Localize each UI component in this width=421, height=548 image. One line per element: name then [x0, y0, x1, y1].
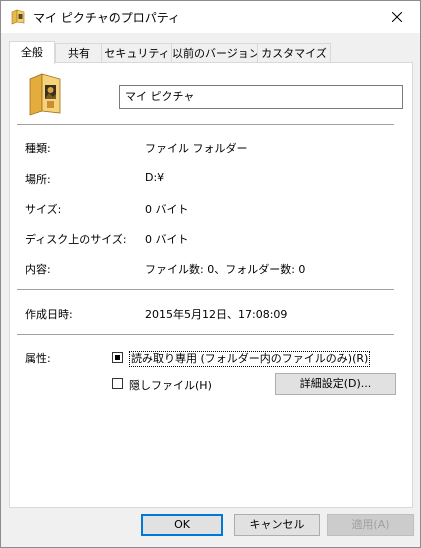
- window-title: マイ ピクチャのプロパティ: [33, 11, 180, 25]
- type-value: ファイル フォルダー: [145, 142, 248, 155]
- tab-previous-versions[interactable]: 以前のバージョン: [171, 43, 260, 63]
- close-button[interactable]: [374, 1, 420, 33]
- size-value: 0 バイト: [145, 203, 189, 216]
- properties-window: マイ ピクチャのプロパティ 全般 共有 セキュリティ 以前のバージョン カスタマ…: [0, 0, 421, 548]
- advanced-button[interactable]: 詳細設定(D)...: [275, 373, 396, 395]
- divider: [17, 289, 394, 290]
- hidden-checkbox[interactable]: [112, 378, 123, 389]
- folder-large-icon: [27, 71, 63, 117]
- size-on-disk-label: ディスク上のサイズ:: [25, 233, 127, 246]
- size-label: サイズ:: [25, 203, 62, 216]
- title-bar: マイ ピクチャのプロパティ: [1, 1, 420, 33]
- size-on-disk-value: 0 バイト: [145, 233, 189, 246]
- readonly-checkbox[interactable]: [112, 352, 123, 363]
- divider: [17, 124, 394, 125]
- hidden-checkbox-label[interactable]: 隠しファイル(H): [129, 377, 212, 393]
- cancel-button[interactable]: キャンセル: [234, 514, 320, 536]
- location-value: D:¥: [145, 171, 165, 184]
- apply-button[interactable]: 適用(A): [327, 514, 414, 536]
- tab-sharing[interactable]: 共有: [55, 43, 103, 63]
- attributes-label: 属性:: [25, 352, 51, 365]
- close-icon: [392, 12, 402, 22]
- created-value: 2015年5月12日、17:08:09: [145, 308, 288, 321]
- created-label: 作成日時:: [25, 308, 73, 321]
- tab-security[interactable]: セキュリティ: [101, 43, 173, 63]
- readonly-checkbox-label[interactable]: 読み取り専用 (フォルダー内のファイルのみ)(R): [129, 351, 371, 367]
- type-label: 種類:: [25, 142, 51, 155]
- location-label: 場所:: [25, 173, 51, 186]
- ok-button[interactable]: OK: [141, 514, 223, 536]
- folder-icon: [11, 9, 25, 25]
- folder-name-field[interactable]: マイ ピクチャ: [119, 85, 403, 109]
- divider: [17, 334, 394, 335]
- tab-general[interactable]: 全般: [9, 41, 55, 64]
- contents-label: 内容:: [25, 263, 51, 276]
- contents-value: ファイル数: 0、フォルダー数: 0: [145, 263, 306, 276]
- tab-customize[interactable]: カスタマイズ: [257, 43, 331, 63]
- general-tab-panel: [9, 62, 413, 508]
